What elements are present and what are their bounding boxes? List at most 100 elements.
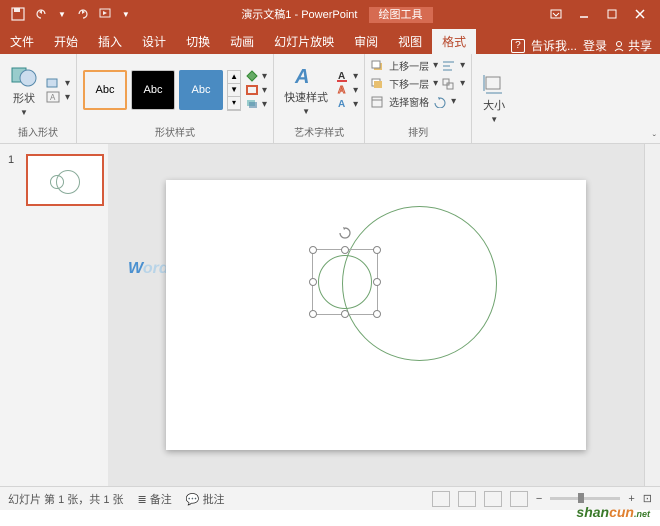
ribbon-tabs: 文件 开始 插入 设计 切换 动画 幻灯片放映 审阅 视图 格式 ? 告诉我..…	[0, 28, 660, 54]
bring-forward-button[interactable]: 上移一层 ▾ ▾	[371, 58, 465, 73]
tab-file[interactable]: 文件	[0, 29, 44, 54]
slide-number: 1	[8, 154, 14, 166]
selection-pane-button[interactable]: 选择窗格 ▾	[371, 94, 456, 109]
comments-button[interactable]: 💬 批注	[186, 491, 225, 507]
title-bar: ▼ ▼ 演示文稿1 - PowerPoint 绘图工具	[0, 0, 660, 28]
gallery-more-icon[interactable]: ▾	[228, 97, 240, 110]
tab-review[interactable]: 审阅	[344, 29, 388, 54]
group-shape-styles: Abc Abc Abc ▲ ▼ ▾ ▾ ▾ ▾ 形状样式	[77, 54, 274, 143]
vertical-scrollbar[interactable]	[644, 144, 660, 486]
redo-icon[interactable]	[74, 6, 90, 22]
reading-view-icon[interactable]	[484, 491, 502, 507]
text-fill-button[interactable]: A▾	[336, 70, 358, 82]
notes-button[interactable]: ≣ 备注	[138, 491, 172, 507]
quick-access-toolbar: ▼ ▼	[0, 6, 130, 22]
contextual-tab-label: 绘图工具	[369, 7, 433, 23]
group-insert-shapes: 形状 ▼ ▾ A▾ 插入形状	[0, 54, 77, 143]
thumb-shape-circle-small	[50, 175, 64, 189]
group-size: 大小 ▼	[472, 54, 516, 143]
chevron-down-icon: ▼	[490, 115, 498, 124]
wordart-icon: A	[293, 65, 319, 87]
resize-handle-ne[interactable]	[373, 246, 381, 254]
slide-counter: 幻灯片 第 1 张，共 1 张	[8, 491, 124, 507]
help-icon[interactable]: ?	[511, 39, 525, 53]
send-backward-icon	[371, 78, 385, 90]
start-from-beginning-icon[interactable]	[98, 6, 114, 22]
group-arrange: 上移一层 ▾ ▾ 下移一层 ▾ ▾ 选择窗格 ▾ 排列	[365, 54, 472, 143]
shape-fill-button[interactable]: ▾	[245, 70, 267, 82]
selection-pane-icon	[371, 96, 385, 108]
tab-insert[interactable]: 插入	[88, 29, 132, 54]
qat-customize-icon[interactable]: ▼	[122, 10, 130, 19]
rotate-icon[interactable]	[433, 96, 447, 108]
shape-style-1[interactable]: Abc	[83, 70, 127, 110]
share-button[interactable]: 共享	[613, 37, 652, 54]
share-icon	[613, 40, 625, 52]
slide-sorter-view-icon[interactable]	[458, 491, 476, 507]
resize-handle-sw[interactable]	[309, 310, 317, 318]
undo-icon[interactable]	[34, 6, 50, 22]
tab-design[interactable]: 设计	[132, 29, 176, 54]
shapes-icon	[10, 64, 38, 88]
slide[interactable]	[166, 180, 586, 450]
zoom-slider[interactable]	[550, 497, 620, 500]
tab-format[interactable]: 格式	[432, 29, 476, 54]
slide-thumbnail-1[interactable]	[26, 154, 104, 206]
resize-handle-s[interactable]	[341, 310, 349, 318]
window-controls	[544, 4, 660, 24]
rotate-handle-icon[interactable]	[338, 226, 352, 240]
ribbon-display-options-icon[interactable]	[544, 4, 568, 24]
zoom-in-icon[interactable]: +	[628, 493, 634, 505]
resize-handle-se[interactable]	[373, 310, 381, 318]
signin-button[interactable]: 登录	[583, 37, 607, 54]
resize-handle-n[interactable]	[341, 246, 349, 254]
tell-me[interactable]: 告诉我...	[531, 37, 577, 54]
align-icon[interactable]	[442, 60, 456, 72]
group-label-wordart-styles: 艺术字样式	[280, 122, 358, 139]
text-effects-button[interactable]: A▾	[336, 98, 358, 110]
gallery-up-icon[interactable]: ▲	[228, 71, 240, 84]
send-backward-button[interactable]: 下移一层 ▾ ▾	[371, 76, 465, 91]
shape-style-2[interactable]: Abc	[131, 70, 175, 110]
resize-handle-e[interactable]	[373, 278, 381, 286]
resize-handle-nw[interactable]	[309, 246, 317, 254]
collැribbon-collapse-icon[interactable]: ˇ	[653, 134, 656, 145]
minimize-icon[interactable]	[572, 4, 596, 24]
svg-text:A: A	[294, 66, 309, 87]
tab-slideshow[interactable]: 幻灯片放映	[264, 29, 344, 54]
text-box-icon[interactable]: A▾	[46, 91, 70, 103]
chevron-down-icon: ▼	[302, 107, 310, 116]
quick-styles-button[interactable]: A 快速样式 ▼	[280, 63, 332, 118]
tab-transitions[interactable]: 切换	[176, 29, 220, 54]
save-icon[interactable]	[10, 6, 26, 22]
bring-forward-icon	[371, 60, 385, 72]
close-icon[interactable]	[628, 4, 652, 24]
size-button[interactable]: 大小 ▼	[478, 71, 510, 126]
style-gallery-nav: ▲ ▼ ▾	[227, 70, 241, 111]
slideshow-view-icon[interactable]	[510, 491, 528, 507]
tab-home[interactable]: 开始	[44, 29, 88, 54]
group-wordart-styles: A 快速样式 ▼ A▾ A▾ A▾ 艺术字样式	[274, 54, 365, 143]
edit-shape-icon[interactable]: ▾	[46, 77, 70, 89]
gallery-down-icon[interactable]: ▼	[228, 84, 240, 97]
normal-view-icon[interactable]	[432, 491, 450, 507]
selection-box[interactable]	[312, 249, 378, 315]
shape-effects-button[interactable]: ▾	[245, 98, 267, 110]
shape-style-3[interactable]: Abc	[179, 70, 223, 110]
shape-outline-button[interactable]: ▾	[245, 84, 267, 96]
group-label-insert-shapes: 插入形状	[6, 122, 70, 139]
shapes-button[interactable]: 形状 ▼	[6, 62, 42, 119]
slide-canvas-area[interactable]: Word 联盟 Word 联盟	[108, 144, 644, 486]
tab-view[interactable]: 视图	[388, 29, 432, 54]
undo-dropdown-icon[interactable]: ▼	[58, 10, 66, 19]
group-icon[interactable]	[442, 78, 456, 90]
text-outline-button[interactable]: A▾	[336, 84, 358, 96]
zoom-out-icon[interactable]: −	[536, 493, 542, 505]
svg-text:A: A	[50, 93, 56, 102]
maximize-icon[interactable]	[600, 4, 624, 24]
resize-handle-w[interactable]	[309, 278, 317, 286]
workspace: 1 Word 联盟 Word 联盟	[0, 144, 660, 486]
document-title: 演示文稿1 - PowerPoint 绘图工具	[130, 6, 544, 22]
group-label-arrange: 排列	[371, 122, 465, 139]
tab-animations[interactable]: 动画	[220, 29, 264, 54]
